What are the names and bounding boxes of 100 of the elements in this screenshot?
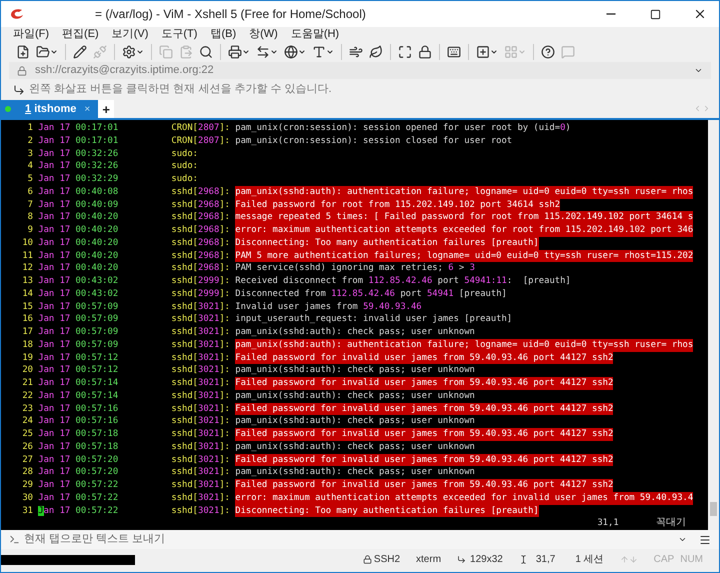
log-date: Jan 17 <box>38 440 70 454</box>
caps-indicator: CAP <box>654 553 674 567</box>
log-message: pam_unix(sshd:auth): check pass; user unknown <box>235 415 475 428</box>
log-message: Disconnecting: Too many authentication failures [preauth] <box>235 236 539 250</box>
line-number: 18 <box>21 338 33 352</box>
log-source: sshd[2968]: <box>171 200 230 210</box>
line-number: 1 <box>26 122 33 135</box>
send-text-field[interactable]: 현재 탭으로만 텍스트 보내기 <box>24 531 166 548</box>
log-date: Jan 17 <box>38 338 70 352</box>
log-time: 00:17:01 <box>76 123 118 133</box>
close-icon[interactable] <box>693 7 707 21</box>
log-time: 00:32:26 <box>76 161 118 172</box>
terminal[interactable] <box>1 120 719 530</box>
log-source: CRON[2807]: <box>171 123 230 133</box>
log-source: sshd[3021]: <box>171 454 230 464</box>
log-message: Failed password for root from 115.202.149.102 port 34614 ssh2 <box>235 198 560 212</box>
line-number: 20 <box>21 364 33 377</box>
tab-label: 1 itshome <box>25 102 76 117</box>
log-time: 00:57:22 <box>76 492 118 503</box>
log-source: sshd[3021]: <box>171 404 230 414</box>
font-icon <box>312 45 326 59</box>
log-message: input_userauth_request: invalid user james [preauth] <box>235 313 512 326</box>
log-source: sshd[3021]: <box>171 352 230 362</box>
log-time: 00:40:20 <box>76 212 118 222</box>
menu-icon[interactable] <box>699 534 711 546</box>
log-date: Jan 17 <box>38 148 70 160</box>
log-date: Jan 17 <box>38 122 70 135</box>
copy-icon <box>159 45 173 59</box>
log-message: error: maximum authentication attempts exceeded for invalid user james from 59.40.93.4 <box>235 492 694 504</box>
menu-item[interactable]: 창(W) <box>249 26 278 43</box>
paste-icon <box>179 45 193 59</box>
fullscreen-icon <box>398 45 412 59</box>
log-time: 00:17:01 <box>76 136 118 146</box>
session-tab[interactable]: 1 itshome × <box>1 100 98 118</box>
arrow-icon[interactable] <box>13 84 25 96</box>
log-source: sshd[2968]: <box>171 212 230 222</box>
log-time: 00:57:09 <box>76 327 118 337</box>
log-time: 00:43:02 <box>76 288 118 299</box>
address-bar[interactable]: ssh://crazyits@crazyits.iptime.org:22 <box>9 62 711 79</box>
line-number: 3 <box>26 148 33 160</box>
log-time: 00:40:20 <box>76 225 118 235</box>
log-date: Jan 17 <box>38 160 70 173</box>
caret-icon <box>242 48 250 56</box>
line-number: 6 <box>26 186 33 198</box>
line-number: 5 <box>26 173 33 186</box>
log-message: pam_unix(cron:session): session closed for user root <box>235 134 512 148</box>
caret-icon <box>490 48 498 56</box>
log-message: Failed password for invalid user james from 59.40.93.46 port 44127 ssh2 <box>235 454 614 466</box>
protocol-label: SSH2 <box>374 553 400 567</box>
lock-icon <box>17 66 27 76</box>
log-date: Jan 17 <box>38 275 70 288</box>
log-message: message repeated 5 times: [ Failed password for root from 115.202.149.102 port 34614 s <box>235 211 694 224</box>
log-source: sshd[3021]: <box>171 442 230 452</box>
menu-item[interactable]: 보기(V) <box>112 26 148 43</box>
log-date: Jan 17 <box>38 262 70 275</box>
line-number: 29 <box>21 479 33 492</box>
info-text: 왼쪽 화살표 버튼을 클릭하면 현재 세션을 추가할 수 있습니다. <box>29 82 332 98</box>
log-time: 00:40:08 <box>76 186 118 197</box>
dropdown-icon[interactable] <box>678 535 687 544</box>
caret-icon <box>326 48 334 56</box>
log-date: Jan 17 <box>38 390 70 402</box>
line-number: 26 <box>21 440 33 454</box>
line-number: 8 <box>26 211 33 224</box>
swirl-icon <box>349 45 363 59</box>
log-source: sshd[2968]: <box>171 238 230 248</box>
line-number: 10 <box>21 236 33 250</box>
log-time: 00:57:14 <box>76 378 118 388</box>
line-number: 19 <box>21 352 33 364</box>
log-date: Jan 17 <box>38 454 70 466</box>
log-source: sshd[3021]: <box>171 390 230 401</box>
menu-item[interactable]: 탭(B) <box>210 26 236 43</box>
cursor-position: 31,1 <box>597 517 620 530</box>
log-source: sshd[2968]: <box>171 225 230 235</box>
log-date: Jan 17 <box>38 186 70 198</box>
line-number: 2 <box>26 134 33 148</box>
log-date: Jan 17 <box>38 364 70 377</box>
lock-icon <box>418 45 432 59</box>
log-date: Jan 17 <box>38 198 70 212</box>
log-message: pam_unix(sshd:auth): check pass; user unknown <box>235 390 475 402</box>
line-number: 9 <box>26 224 33 237</box>
add-icon <box>476 45 490 59</box>
new-tab-button[interactable]: + <box>98 100 114 118</box>
maximize-icon[interactable] <box>650 8 661 20</box>
log-message: Failed password for invalid user james from 59.40.93.46 port 44127 ssh2 <box>235 428 614 441</box>
line-number: 30 <box>21 492 33 504</box>
menu-item[interactable]: 파일(F) <box>13 26 50 43</box>
log-time: 00:43:02 <box>76 276 118 286</box>
scrollbar[interactable] <box>708 120 719 530</box>
menu-item[interactable]: 편집(E) <box>62 26 99 43</box>
menu-item[interactable]: 도움말(H) <box>290 26 340 43</box>
log-time: 00:32:26 <box>76 148 118 158</box>
log-source: sshd[3021]: <box>171 365 230 376</box>
menu-item[interactable]: 도구(T) <box>161 26 198 43</box>
dropdown-icon[interactable] <box>694 66 703 75</box>
log-time: 00:57:09 <box>76 302 118 312</box>
log-time: 00:40:20 <box>76 250 118 260</box>
log-source: sshd[3021]: <box>171 480 230 490</box>
log-source: sshd[3021]: <box>171 302 230 312</box>
line-number: 27 <box>21 454 33 466</box>
log-message: pam_unix(sshd:auth): check pass; user unknown <box>235 364 475 377</box>
